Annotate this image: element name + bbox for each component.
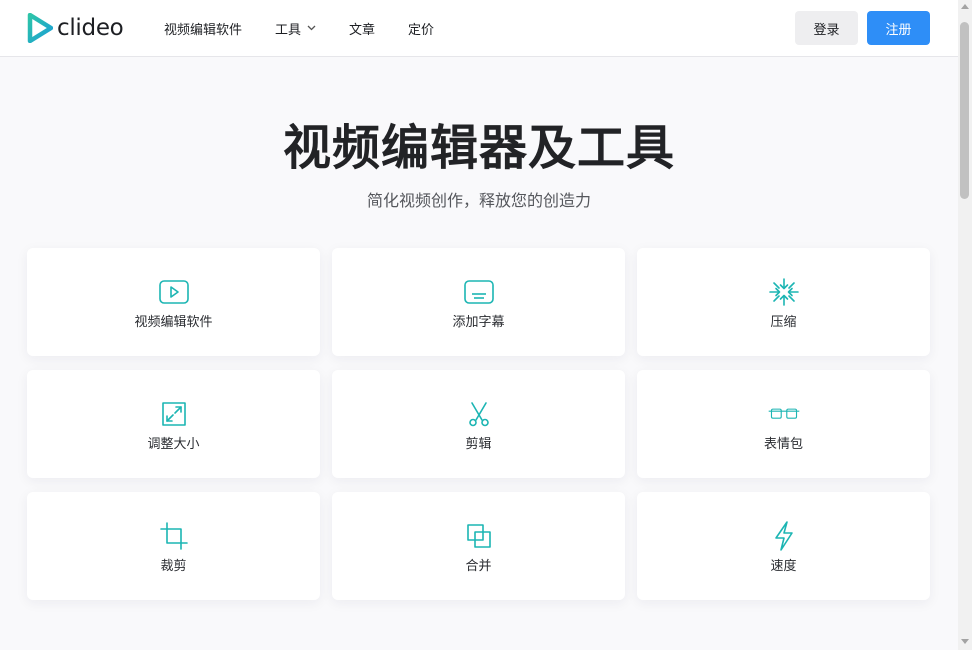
page-subtitle: 简化视频创作，释放您的创造力 (366, 191, 591, 210)
lightning-icon (774, 521, 793, 551)
tool-card-label: 调整大小 (147, 437, 200, 452)
tool-card-label: 压缩 (770, 315, 797, 330)
tool-card-label: 裁剪 (160, 559, 187, 574)
top-header: clideo 视频编辑软件 工具 文章 定价 登录 注册 (0, 0, 958, 57)
nav-item-tools[interactable]: 工具 (275, 19, 316, 38)
tool-card-resize[interactable]: 调整大小 (27, 370, 320, 478)
nav-item-label: 文章 (349, 22, 376, 38)
nav-item-label: 工具 (275, 22, 302, 38)
tool-card-merge[interactable]: 合并 (332, 492, 625, 600)
nav-item-articles[interactable]: 文章 (349, 19, 375, 38)
video-play-icon (158, 280, 189, 304)
tool-card-label: 合并 (465, 559, 492, 574)
merge-icon (466, 524, 491, 548)
scissors-icon (468, 402, 489, 427)
signup-button[interactable]: 注册 (867, 11, 930, 45)
nav-item-pricing[interactable]: 定价 (408, 19, 434, 38)
compress-icon (768, 278, 799, 306)
scroll-thumb[interactable] (960, 22, 969, 199)
tool-card-speed[interactable]: 速度 (637, 492, 930, 600)
tool-card-label: 速度 (770, 559, 797, 574)
tool-card-label: 视频编辑软件 (134, 315, 213, 330)
resize-icon (161, 402, 186, 426)
tool-card-label: 表情包 (763, 437, 803, 452)
main-nav: 视频编辑软件 工具 文章 定价 (164, 0, 467, 56)
vertical-scrollbar[interactable] (958, 0, 972, 650)
nav-item-video-editor[interactable]: 视频编辑软件 (164, 19, 242, 38)
page: clideo 视频编辑软件 工具 文章 定价 登录 注册 视频编辑器及工具 简化… (0, 0, 972, 650)
crop-icon (159, 522, 188, 550)
clideo-logo-icon (27, 13, 53, 43)
login-button[interactable]: 登录 (795, 11, 858, 45)
scroll-up-arrow-icon[interactable] (961, 4, 969, 9)
logo-wordmark: clideo (57, 15, 124, 41)
tool-card-compress[interactable]: 压缩 (637, 248, 930, 356)
tool-card-crop[interactable]: 裁剪 (27, 492, 320, 600)
nav-item-label: 视频编辑软件 (164, 22, 243, 38)
nav-item-label: 定价 (408, 22, 435, 38)
chevron-down-icon (307, 25, 316, 31)
page-title: 视频编辑器及工具 (282, 120, 675, 176)
tool-card-label: 添加字幕 (452, 315, 505, 330)
scroll-down-arrow-icon[interactable] (961, 639, 969, 644)
tool-card-cut[interactable]: 剪辑 (332, 370, 625, 478)
tools-grid: 视频编辑软件 添加字幕 压缩 调整大小 剪辑 表情包 裁剪 合并 速度 (27, 248, 930, 600)
tool-card-meme[interactable]: 表情包 (637, 370, 930, 478)
tool-card-video-editor[interactable]: 视频编辑软件 (27, 248, 320, 356)
subtitles-icon (463, 280, 494, 304)
meme-glasses-icon (768, 408, 799, 419)
clideo-logo[interactable]: clideo (27, 13, 124, 43)
tool-card-add-subtitles[interactable]: 添加字幕 (332, 248, 625, 356)
tool-card-label: 剪辑 (465, 437, 492, 452)
